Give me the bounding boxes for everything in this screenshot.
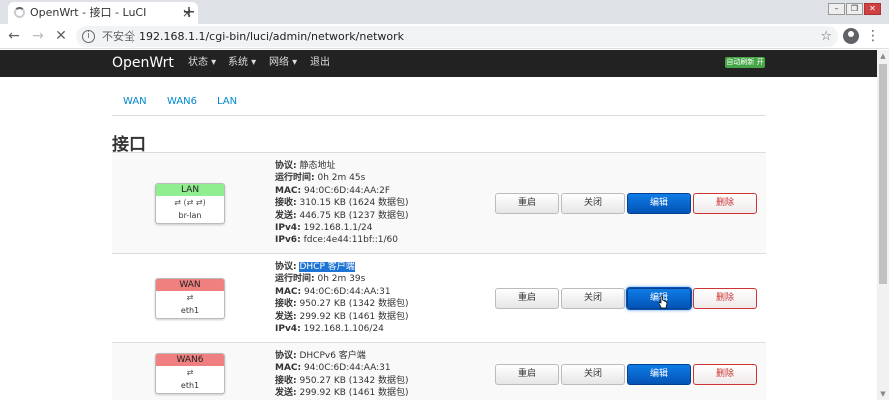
browser-toolbar: ← → ✕ i 不安全 192.168.1.1/cgi-bin/luci/adm… bbox=[0, 24, 889, 49]
interface-device: br-lan bbox=[178, 211, 202, 220]
tab-wan6[interactable]: WAN6 bbox=[167, 96, 197, 107]
minimize-icon[interactable]: – bbox=[828, 3, 845, 15]
window-controls: – ❐ ✕ bbox=[827, 0, 885, 15]
mac-value: 94:0C:6D:44:AA:31 bbox=[304, 286, 391, 297]
delete-button[interactable]: 删除 bbox=[693, 364, 757, 385]
info-icon[interactable]: i bbox=[82, 30, 95, 43]
rx-label: 接收: bbox=[275, 375, 297, 386]
uptime-label: 运行时间: bbox=[275, 274, 315, 285]
page-scrollbar[interactable]: ▲ ▼ bbox=[877, 50, 889, 400]
ethernet-port-icon: ⇄ bbox=[186, 293, 194, 302]
protocol-value: DHCPv6 客户端 bbox=[299, 351, 366, 361]
protocol-label: 协议: bbox=[275, 161, 297, 171]
mac-label: MAC: bbox=[275, 185, 302, 196]
stop-button[interactable]: 关闭 bbox=[561, 193, 625, 214]
stop-button[interactable]: 关闭 bbox=[561, 364, 625, 385]
new-tab-button[interactable]: + bbox=[179, 2, 199, 22]
menu-system[interactable]: 系统 ▾ bbox=[228, 50, 256, 77]
menu-network[interactable]: 网络 ▾ bbox=[269, 50, 297, 77]
protocol-label: 协议: bbox=[275, 262, 297, 272]
interface-name: WAN bbox=[156, 279, 224, 291]
insecure-label: 不安全 bbox=[102, 30, 135, 43]
interface-badge-wan6[interactable]: WAN6 ⇄ eth1 bbox=[155, 353, 225, 394]
stop-button[interactable]: 关闭 bbox=[561, 288, 625, 309]
interface-row-lan: LAN ⇄ (⇄ ⇄) br-lan 协议: 静态地址 运行时间: 0h 2m … bbox=[112, 152, 766, 253]
tx-label: 发送: bbox=[275, 388, 297, 399]
interface-name: LAN bbox=[156, 184, 224, 196]
interface-name: WAN6 bbox=[156, 354, 224, 366]
interface-device: eth1 bbox=[180, 306, 200, 315]
edit-button[interactable]: 编辑 bbox=[627, 364, 691, 385]
loading-spinner-icon bbox=[14, 7, 25, 18]
scroll-thumb[interactable] bbox=[879, 64, 887, 284]
brand-logo[interactable]: OpenWrt bbox=[112, 50, 174, 77]
ipv6-label: IPv6: bbox=[275, 235, 301, 246]
ipv4-label: IPv4: bbox=[275, 223, 301, 234]
protocol-value-selected: DHCP 客户端 bbox=[299, 262, 355, 272]
tx-label: 发送: bbox=[275, 311, 297, 322]
edit-button[interactable]: 编辑 bbox=[627, 193, 691, 214]
browser-tab[interactable]: OpenWrt - 接口 - LuCI × bbox=[8, 2, 198, 24]
uptime-value: 0h 2m 45s bbox=[317, 173, 366, 184]
mac-value: 94:0C:6D:44:AA:31 bbox=[304, 363, 391, 374]
protocol-label: 协议: bbox=[275, 351, 297, 361]
profile-avatar-icon[interactable] bbox=[843, 28, 859, 44]
restart-button[interactable]: 重启 bbox=[495, 193, 559, 214]
bookmark-star-icon[interactable]: ☆ bbox=[820, 26, 832, 47]
forward-arrow-icon[interactable]: → bbox=[29, 27, 47, 45]
close-window-icon[interactable]: ✕ bbox=[864, 3, 881, 15]
delete-button[interactable]: 删除 bbox=[693, 193, 757, 214]
rx-value: 950.27 KB (1342 数据包) bbox=[299, 299, 409, 310]
rx-label: 接收: bbox=[275, 198, 297, 209]
uptime-value: 0h 2m 39s bbox=[317, 274, 366, 285]
tx-label: 发送: bbox=[275, 210, 297, 221]
interface-tabs: WAN WAN6 LAN bbox=[112, 90, 766, 116]
address-bar[interactable]: i 不安全 192.168.1.1/cgi-bin/luci/admin/net… bbox=[76, 26, 838, 47]
menu-logout[interactable]: 退出 bbox=[310, 50, 330, 77]
interface-device: eth1 bbox=[180, 381, 200, 390]
tx-value: 446.75 KB (1237 数据包) bbox=[299, 210, 409, 221]
scroll-up-icon[interactable]: ▲ bbox=[877, 50, 889, 62]
interface-status: 协议: DHCP 客户端 运行时间: 0h 2m 39s MAC: 94:0C:… bbox=[275, 261, 409, 335]
tx-value: 299.92 KB (1461 数据包) bbox=[299, 388, 409, 399]
openwrt-navbar: OpenWrt 状态 ▾ 系统 ▾ 网络 ▾ 退出 自动刷新 开 bbox=[0, 50, 877, 77]
uptime-label: 运行时间: bbox=[275, 173, 315, 184]
interface-row-wan6: WAN6 ⇄ eth1 协议: DHCPv6 客户端 MAC: 94:0C:6D… bbox=[112, 342, 766, 400]
mac-label: MAC: bbox=[275, 363, 302, 374]
autorefresh-badge[interactable]: 自动刷新 开 bbox=[725, 57, 765, 68]
protocol-value: 静态地址 bbox=[299, 161, 336, 171]
restart-button[interactable]: 重启 bbox=[495, 288, 559, 309]
ipv4-label: IPv4: bbox=[275, 324, 301, 335]
browser-tab-bar: OpenWrt - 接口 - LuCI × + – ❐ ✕ bbox=[0, 0, 889, 24]
back-arrow-icon[interactable]: ← bbox=[5, 27, 23, 45]
tab-title: OpenWrt - 接口 - LuCI bbox=[30, 6, 147, 19]
tab-wan[interactable]: WAN bbox=[123, 96, 147, 107]
delete-button[interactable]: 删除 bbox=[693, 288, 757, 309]
restore-icon[interactable]: ❐ bbox=[846, 3, 863, 15]
mac-label: MAC: bbox=[275, 286, 302, 297]
restart-button[interactable]: 重启 bbox=[495, 364, 559, 385]
url-text[interactable]: 192.168.1.1/cgi-bin/luci/admin/network/n… bbox=[139, 26, 404, 47]
interface-status: 协议: DHCPv6 客户端 MAC: 94:0C:6D:44:AA:31 接收… bbox=[275, 350, 409, 400]
ethernet-port-icon: ⇄ bbox=[186, 368, 194, 377]
interface-status: 协议: 静态地址 运行时间: 0h 2m 45s MAC: 94:0C:6D:4… bbox=[275, 160, 409, 247]
tx-value: 299.92 KB (1461 数据包) bbox=[299, 311, 409, 322]
mouse-cursor-icon bbox=[658, 295, 668, 309]
address-divider bbox=[132, 30, 133, 43]
rx-value: 950.27 KB (1342 数据包) bbox=[299, 375, 409, 386]
rx-value: 310.15 KB (1624 数据包) bbox=[299, 198, 409, 209]
ipv6-value: fdce:4e44:11bf::1/60 bbox=[303, 235, 398, 246]
ipv4-value: 192.168.1.106/24 bbox=[303, 324, 384, 335]
browser-menu-icon[interactable]: ⋮ bbox=[866, 27, 880, 45]
menu-status[interactable]: 状态 ▾ bbox=[188, 50, 216, 77]
tab-lan[interactable]: LAN bbox=[217, 96, 237, 107]
network-bridge-icon: ⇄ (⇄ ⇄) bbox=[174, 198, 206, 207]
mac-value: 94:0C:6D:44:AA:2F bbox=[304, 185, 391, 196]
ipv4-value: 192.168.1.1/24 bbox=[303, 223, 373, 234]
interface-badge-wan[interactable]: WAN ⇄ eth1 bbox=[155, 278, 225, 319]
rx-label: 接收: bbox=[275, 299, 297, 310]
stop-loading-icon[interactable]: ✕ bbox=[52, 27, 70, 45]
interface-badge-lan[interactable]: LAN ⇄ (⇄ ⇄) br-lan bbox=[155, 183, 225, 224]
scroll-down-icon[interactable]: ▼ bbox=[877, 388, 889, 400]
